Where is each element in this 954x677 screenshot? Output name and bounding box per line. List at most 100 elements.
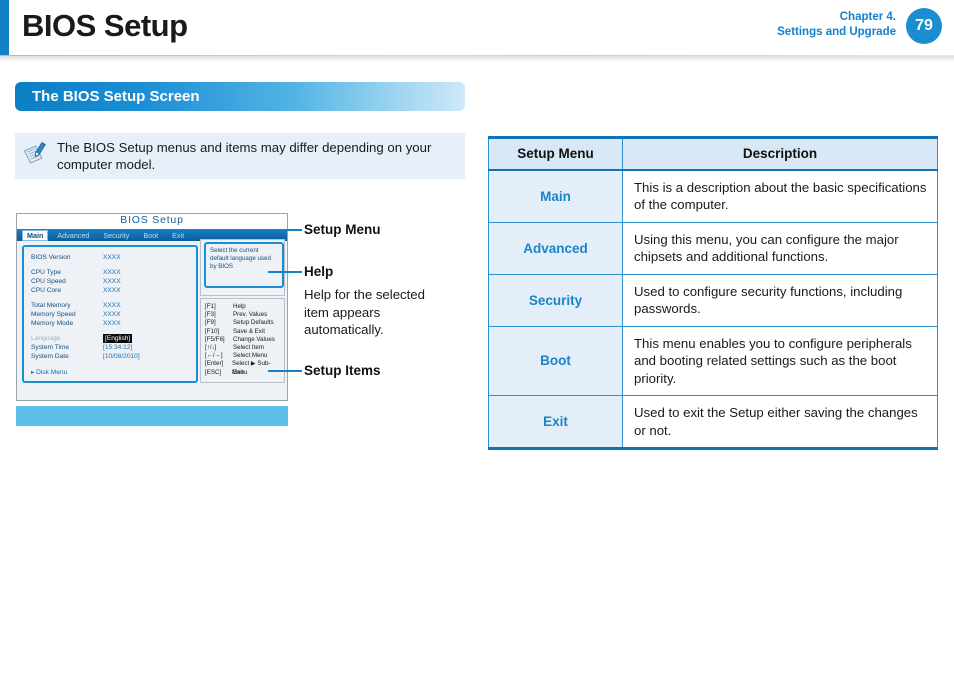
bios-item-key: Memory Mode <box>31 320 74 327</box>
bios-key-row: [F10] Save & Exit <box>205 328 284 336</box>
callout-help-body: Help for the selected item appears autom… <box>304 287 425 337</box>
bios-item-key: System Time <box>31 344 70 351</box>
table-row: Boot This menu enables you to configure … <box>488 326 938 396</box>
callout-line-setup-menu <box>280 229 302 231</box>
bios-item-row[interactable]: Total Memory XXXX <box>31 301 196 310</box>
bios-key-row: [F9] Setup Defaults <box>205 319 284 327</box>
bios-key: [F10] <box>205 327 220 335</box>
bios-key-action: Prev. Values <box>233 311 268 319</box>
bios-item-value: XXXX <box>103 278 121 285</box>
table-row: Exit Used to exit the Setup either savin… <box>488 395 938 450</box>
table-cell-description: Using this menu, you can configure the m… <box>622 222 938 275</box>
bios-help-text: Select the current default language used… <box>204 242 284 288</box>
table-row: Main This is a description about the bas… <box>488 169 938 223</box>
table-cell-description: This menu enables you to configure perip… <box>622 326 938 396</box>
bios-item-key: BIOS Version <box>31 254 71 261</box>
callout-line-setup-items <box>268 370 302 372</box>
note-box: The BIOS Setup menus and items may diffe… <box>15 133 465 179</box>
bios-menu-exit[interactable]: Exit <box>167 230 189 241</box>
bios-item-key: Total Memory <box>31 302 71 309</box>
callout-line-help <box>268 271 302 273</box>
bios-key-action: Exit <box>233 368 244 376</box>
bios-key-action: Change Values <box>233 335 275 343</box>
bios-setup-screenshot: BIOS Setup Main Advanced Security Boot E… <box>16 213 288 426</box>
page-number-badge: 79 <box>906 8 942 44</box>
bios-item-row[interactable]: Memory Mode XXXX <box>31 319 196 328</box>
bios-screen: BIOS Setup Main Advanced Security Boot E… <box>16 213 288 401</box>
bios-item-key: CPU Core <box>31 287 62 294</box>
setup-menu-table: Setup Menu Description Main This is a de… <box>488 136 938 450</box>
note-text: The BIOS Setup menus and items may diffe… <box>57 140 432 172</box>
bios-item-row[interactable]: CPU Type XXXX <box>31 268 196 277</box>
bios-item-value: [15:34:12] <box>103 344 133 351</box>
bios-item-row[interactable]: CPU Core XXXX <box>31 286 196 295</box>
callout-setup-menu: Setup Menu <box>304 222 381 237</box>
bios-menu-main[interactable]: Main <box>22 229 49 241</box>
table-cell-menu: Boot <box>488 326 623 396</box>
callout-help-title: Help <box>304 264 334 279</box>
page-title: BIOS Setup <box>22 8 188 43</box>
bios-key-row: [←/→] Select Menu <box>205 352 284 360</box>
bios-item-row[interactable]: CPU Speed XXXX <box>31 277 196 286</box>
bios-key: [Enter] <box>205 360 224 368</box>
bios-key: [↑/↓] <box>205 343 217 351</box>
column-header-description: Description <box>622 136 938 171</box>
bios-item-value: XXXX <box>103 254 121 261</box>
bios-key-row: [F3] Prev. Values <box>205 311 284 319</box>
bios-menu-advanced[interactable]: Advanced <box>52 230 94 241</box>
bios-key: [F3] <box>205 311 216 319</box>
table-cell-menu: Advanced <box>488 222 623 275</box>
bios-item-row-language[interactable]: Language [English] <box>31 334 196 343</box>
chapter-line-1: Chapter 4. <box>839 11 896 23</box>
table-cell-menu: Security <box>488 274 623 327</box>
bios-item-key: System Date <box>31 353 69 360</box>
header-divider <box>0 55 954 63</box>
bios-title: BIOS Setup <box>17 214 287 229</box>
table-row: Advanced Using this menu, you can config… <box>488 222 938 275</box>
bios-footer-strip <box>16 406 288 426</box>
table-cell-description: This is a description about the basic sp… <box>622 169 938 223</box>
bios-item-key: Language <box>31 335 61 342</box>
bios-key-row: [Enter] Select ▶ Sub-Menu <box>205 360 284 376</box>
bios-key-action: Help <box>233 303 246 310</box>
bios-key: [F9] <box>205 319 216 327</box>
bios-key: [F1] <box>205 303 216 310</box>
bios-key: [F5/F6] <box>205 335 225 343</box>
bios-item-key: CPU Speed <box>31 278 66 285</box>
table-cell-menu: Exit <box>488 395 623 450</box>
table-cell-description: Used to exit the Setup either saving the… <box>622 395 938 450</box>
bios-item-value: XXXX <box>103 302 121 309</box>
bios-key-row: [↑/↓] Select Item <box>205 344 284 352</box>
chapter-label: Chapter 4. Settings and Upgrade <box>777 10 896 40</box>
bios-item-value: XXXX <box>103 287 121 294</box>
bios-item-row[interactable]: System Time [15:34:12] <box>31 343 196 352</box>
bios-key-action: Setup Defaults <box>233 319 274 327</box>
bios-item-value: XXXX <box>103 320 121 327</box>
table-cell-menu: Main <box>488 169 623 223</box>
bios-disk-menu-item[interactable]: ▸ Disk Menu <box>31 368 196 377</box>
bios-item-row[interactable]: System Date [10/08/2010] <box>31 352 196 361</box>
table-cell-description: Used to configure security functions, in… <box>622 274 938 327</box>
bios-item-key: Memory Speed <box>31 311 76 318</box>
bios-item-row[interactable]: Memory Speed XXXX <box>31 310 196 319</box>
bios-key-row: [F5/F6] Change Values <box>205 336 284 344</box>
bios-item-value-selected: [English] <box>103 334 133 343</box>
bios-item-value: XXXX <box>103 269 121 276</box>
bios-item-row[interactable]: BIOS Version XXXX <box>31 253 196 262</box>
bios-item-key: CPU Type <box>31 269 61 276</box>
note-pen-icon <box>23 141 49 165</box>
bios-disk-menu-label: Disk Menu <box>36 369 68 376</box>
bios-menu-security[interactable]: Security <box>98 230 134 241</box>
bios-menu-boot[interactable]: Boot <box>138 230 163 241</box>
column-header-setup-menu: Setup Menu <box>488 136 623 171</box>
bios-item-value: [10/08/2010] <box>103 353 140 360</box>
table-row: Security Used to configure security func… <box>488 274 938 327</box>
bios-key-action: Select ▶ Sub-Menu <box>231 360 271 376</box>
chapter-line-2: Settings and Upgrade <box>777 26 896 38</box>
bios-key: [ESC] <box>205 368 222 376</box>
bios-item-value: XXXX <box>103 311 121 318</box>
callout-setup-items: Setup Items <box>304 363 381 378</box>
bios-key-action: Select Item <box>233 343 264 351</box>
bios-key-action: Select Menu <box>233 352 268 360</box>
section-heading: The BIOS Setup Screen <box>15 82 465 111</box>
